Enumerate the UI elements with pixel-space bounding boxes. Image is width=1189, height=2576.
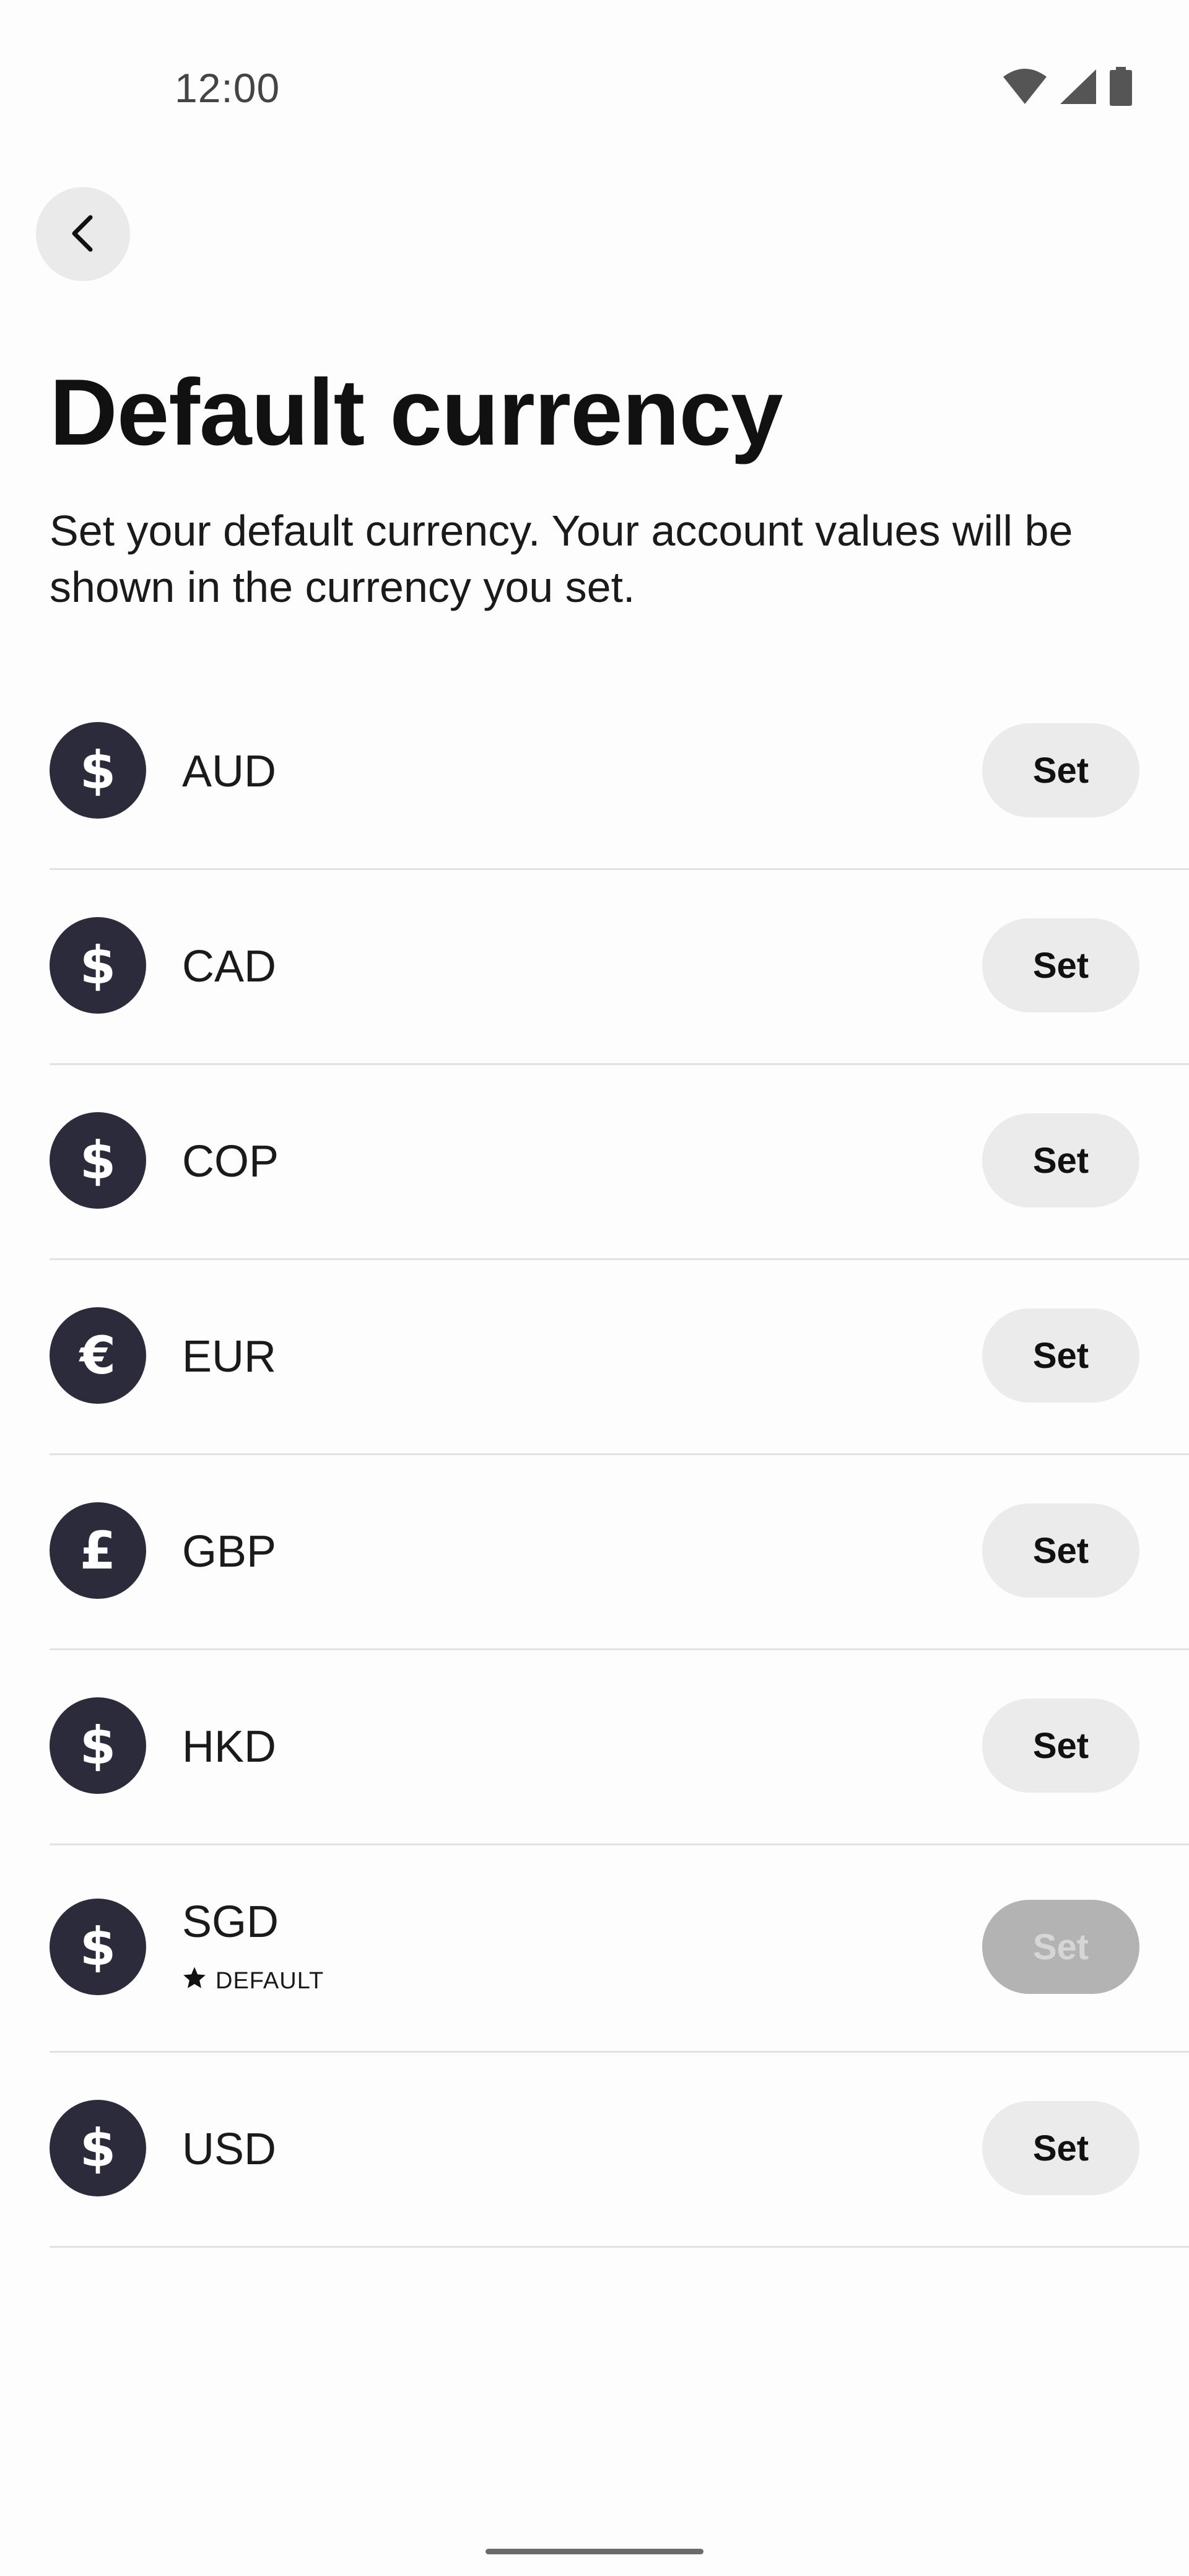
set-hkd-button[interactable]: Set [982,1699,1139,1793]
currency-row-eur: € EUR Set [50,1260,1189,1455]
currency-code: SGD [182,1897,279,1947]
dollar-icon: $ [50,1899,146,1995]
currency-row-usd: $ USD Set [50,2053,1189,2248]
currency-code: HKD [182,1722,277,1772]
currency-code: AUD [182,747,277,796]
back-button[interactable] [36,187,130,281]
status-time: 12:00 [175,65,281,111]
currency-text: SGD DEFAULT [182,1900,324,1996]
currency-code: USD [182,2125,277,2174]
currency-row-cop: $ COP Set [50,1065,1189,1260]
currency-text: AUD [182,749,276,794]
set-eur-button[interactable]: Set [982,1308,1139,1403]
currency-row-gbp: £ GBP Set [50,1455,1189,1650]
currency-text: COP [182,1139,279,1184]
pound-icon: £ [50,1502,146,1599]
dollar-icon: $ [50,2100,146,2196]
battery-icon [1108,67,1133,110]
euro-icon: € [50,1307,146,1404]
currency-text: EUR [182,1334,276,1379]
currency-code: EUR [182,1332,277,1382]
currency-code: GBP [182,1527,277,1577]
dollar-icon: $ [50,722,146,819]
set-aud-button[interactable]: Set [982,723,1139,817]
currency-row-aud: $ AUD Set [50,675,1189,870]
status-bar: 12:00 [0,0,1189,136]
currency-row-sgd: $ SGD DEFAULT Set [50,1845,1189,2053]
home-indicator[interactable] [486,2549,703,2554]
currency-code: CAD [182,942,277,991]
page-description: Set your default currency. Your account … [50,507,1073,611]
default-badge: DEFAULT [182,1965,324,1996]
set-cad-button[interactable]: Set [982,918,1139,1012]
currency-text: GBP [182,1530,276,1574]
currency-text: USD [182,2127,276,2172]
status-icons [1002,67,1133,110]
set-sgd-button: Set [982,1900,1139,1994]
chevron-left-icon [68,214,98,255]
currency-row-hkd: $ HKD Set [50,1650,1189,1845]
star-icon [182,1965,207,1996]
currency-list: $ AUD Set $ CAD Set $ COP Set € EUR Set … [50,675,1189,2248]
dollar-icon: $ [50,1112,146,1209]
currency-text: CAD [182,944,276,989]
dollar-icon: $ [50,1697,146,1794]
currency-row-cad: $ CAD Set [50,870,1189,1065]
wifi-icon [1002,68,1048,108]
currency-code: COP [182,1137,279,1186]
page-title: Default currency [50,360,783,465]
set-usd-button[interactable]: Set [982,2101,1139,2195]
default-label: DEFAULT [216,1967,324,1994]
currency-text: HKD [182,1725,276,1769]
set-gbp-button[interactable]: Set [982,1503,1139,1598]
cellular-signal-icon [1059,68,1097,108]
set-cop-button[interactable]: Set [982,1113,1139,1208]
dollar-icon: $ [50,917,146,1014]
